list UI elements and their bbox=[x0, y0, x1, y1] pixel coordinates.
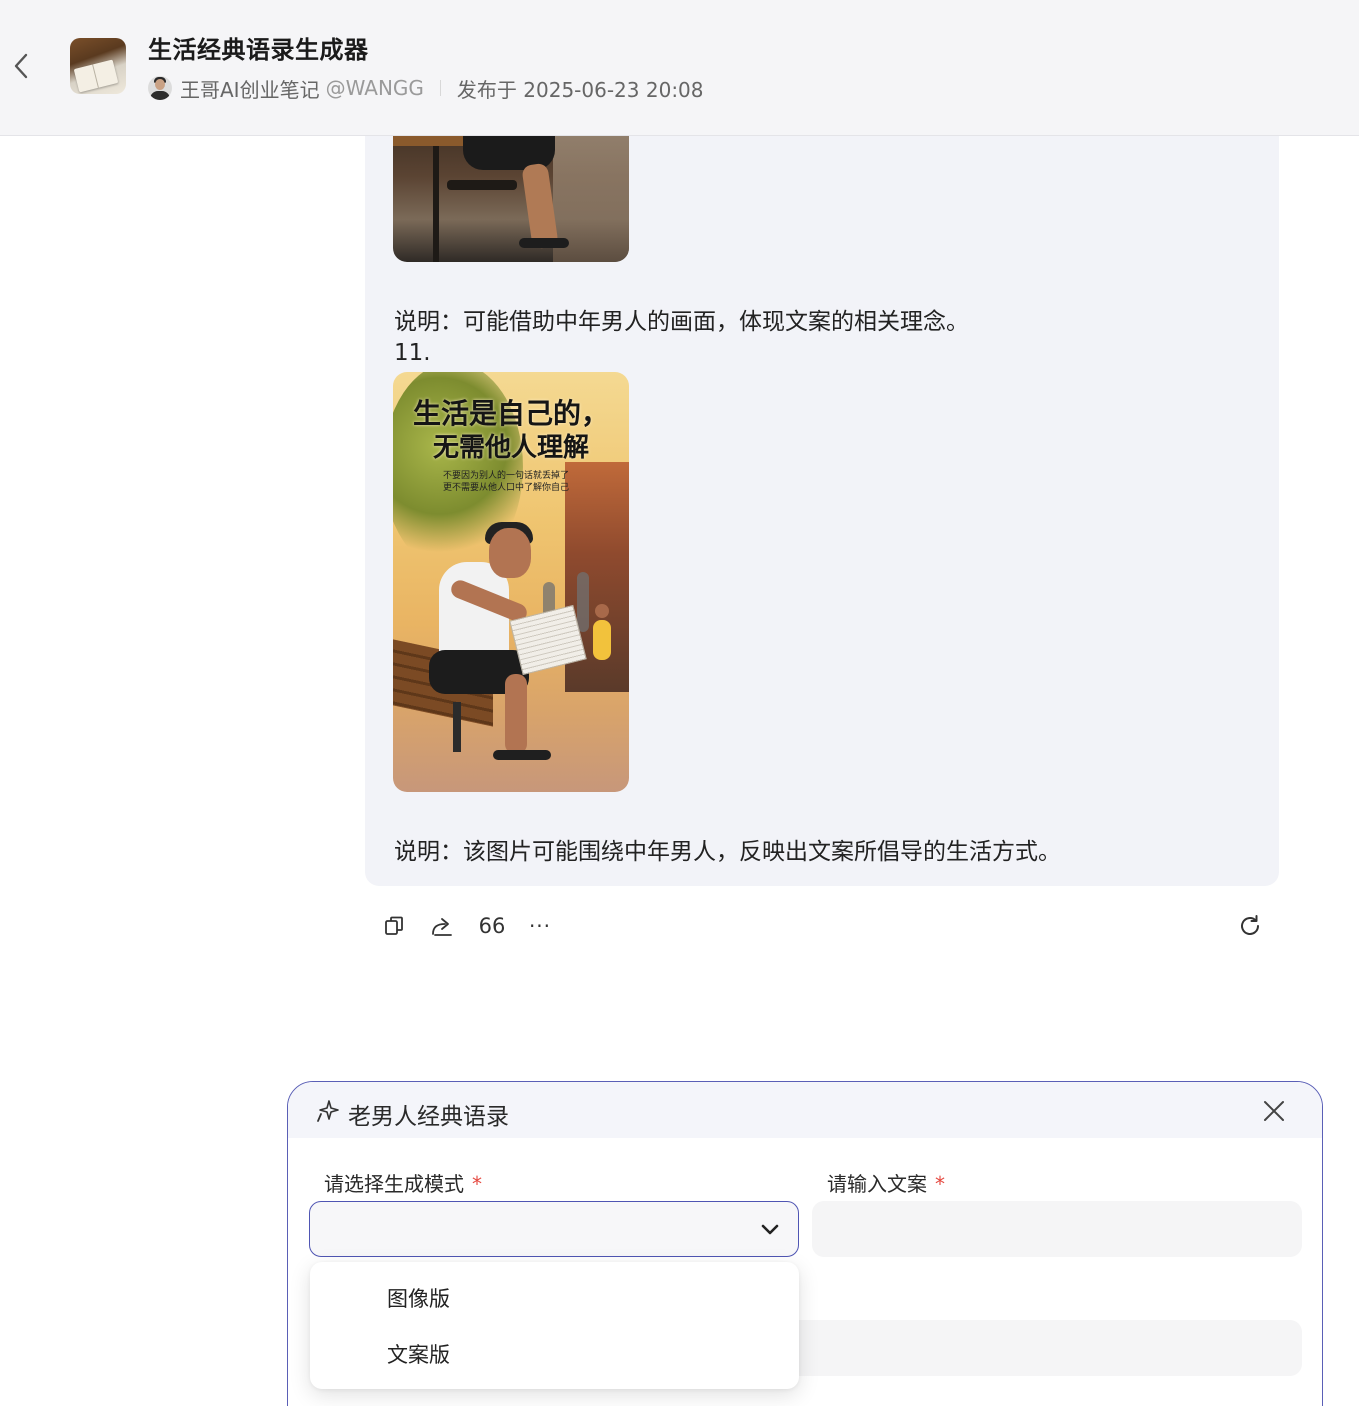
quote-icon: 66 bbox=[478, 914, 506, 938]
refresh-icon bbox=[1241, 915, 1259, 935]
post-meta: 王哥AI创业笔记 @WANGG 发布于 2025-06-23 20:08 bbox=[148, 74, 704, 102]
more-icon: ··· bbox=[528, 914, 552, 938]
publish-date: 发布于 2025-06-23 20:08 bbox=[456, 77, 704, 102]
option-copy-mode[interactable]: 文案版 bbox=[310, 1329, 799, 1381]
chevron-left-icon bbox=[14, 53, 28, 79]
avatar[interactable] bbox=[148, 76, 172, 100]
copy-input[interactable] bbox=[812, 1201, 1302, 1257]
image-subtext: 更不需要从他人口中了解你自己 bbox=[443, 483, 570, 493]
panel-title: 老男人经典语录 bbox=[348, 1104, 509, 1130]
required-mark: * bbox=[935, 1172, 945, 1196]
quote-button[interactable]: 66 bbox=[478, 908, 506, 944]
extra-field[interactable] bbox=[788, 1320, 1302, 1376]
app-thumbnail bbox=[70, 38, 126, 94]
regenerate-button[interactable] bbox=[1236, 908, 1264, 944]
page-header: 生活经典语录生成器 王哥AI创业笔记 @WANGG 发布于 2025-06-23… bbox=[0, 0, 1359, 136]
image-headline: 生活是自己的， bbox=[412, 397, 609, 430]
sparkle-icon bbox=[317, 1100, 339, 1122]
mode-dropdown-menu: 图像版 文案版 bbox=[310, 1262, 799, 1389]
panel-header: 老男人经典语录 bbox=[288, 1082, 1322, 1138]
generated-image-10[interactable] bbox=[393, 120, 629, 262]
app-title: 生活经典语录生成器 bbox=[148, 36, 369, 64]
assistant-message: 说明：可能借助中年男人的画面，体现文案的相关理念。 11. 生活是自己的， 无需… bbox=[365, 100, 1279, 886]
author-name[interactable]: 王哥AI创业笔记 bbox=[180, 74, 320, 103]
share-icon bbox=[432, 918, 452, 936]
mode-label: 请选择生成模式 * bbox=[324, 1172, 482, 1196]
more-button[interactable]: ··· bbox=[526, 908, 554, 944]
required-mark: * bbox=[472, 1172, 482, 1196]
image-caption: 说明：可能借助中年男人的画面，体现文案的相关理念。 bbox=[394, 309, 969, 335]
close-icon bbox=[1264, 1101, 1284, 1121]
back-button[interactable] bbox=[8, 50, 34, 82]
share-button[interactable] bbox=[428, 908, 456, 944]
author-handle[interactable]: @WANGG bbox=[326, 76, 424, 100]
meta-divider bbox=[439, 80, 441, 96]
chevron-down-icon bbox=[761, 1224, 779, 1235]
image-headline: 无需他人理解 bbox=[432, 433, 589, 463]
image-caption: 说明：该图片可能围绕中年男人，反映出文案所倡导的生活方式。 bbox=[394, 839, 1061, 865]
copy-icon bbox=[385, 916, 403, 935]
image-subtext: 不要因为别人的一句话就丢掉了 bbox=[443, 471, 570, 481]
copy-button[interactable] bbox=[380, 908, 408, 944]
mode-select[interactable] bbox=[309, 1201, 799, 1257]
close-button[interactable] bbox=[1260, 1097, 1288, 1125]
copy-label: 请输入文案 * bbox=[827, 1172, 945, 1196]
generated-image-11[interactable]: 生活是自己的， 无需他人理解 不要因为别人的一句话就丢掉了 更不需要从他人口中了… bbox=[393, 372, 629, 792]
option-image-mode[interactable]: 图像版 bbox=[310, 1273, 799, 1325]
item-number: 11. bbox=[394, 340, 431, 366]
